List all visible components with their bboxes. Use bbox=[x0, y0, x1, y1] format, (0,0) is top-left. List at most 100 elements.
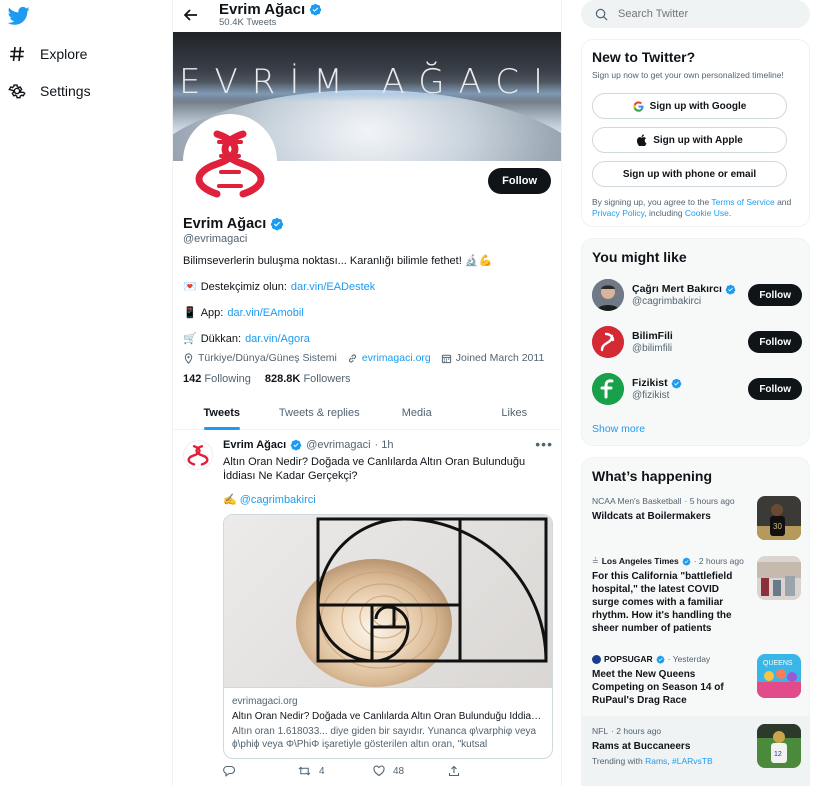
search-icon bbox=[595, 8, 608, 20]
profile-website-link[interactable]: evrimagaci.org bbox=[362, 352, 431, 364]
banner-title: EVRİM AĞACI bbox=[179, 62, 557, 102]
trend-item[interactable]: ≟ Los Angeles Times · 2 hours ago For th… bbox=[582, 556, 809, 644]
tab-tweets[interactable]: Tweets bbox=[173, 396, 271, 429]
twitter-logo-icon[interactable] bbox=[7, 6, 30, 26]
more-options-icon[interactable]: ••• bbox=[535, 436, 553, 452]
tweet-avatar[interactable] bbox=[183, 440, 213, 470]
following-label: Following bbox=[204, 373, 251, 385]
terms-including: , including bbox=[644, 208, 685, 218]
profile-stats: 142 Following 828.8K Followers bbox=[183, 373, 351, 385]
tweet-text: Altın Oran Nedir? Doğada ve Canlılarda A… bbox=[223, 456, 526, 482]
avatar[interactable] bbox=[592, 279, 624, 311]
nav-item-settings[interactable]: Settings bbox=[8, 82, 91, 100]
privacy-policy-link[interactable]: Privacy Policy bbox=[592, 208, 644, 218]
golden-ratio-shell-image bbox=[224, 515, 552, 687]
trend-thumbnail: 30 bbox=[757, 496, 801, 540]
profile-header-bar: Evrim Ağacı 50.4K Tweets bbox=[173, 0, 561, 32]
sign-up-apple-button[interactable]: Sign up with Apple bbox=[592, 127, 787, 153]
verified-badge-icon bbox=[271, 217, 284, 231]
tab-media[interactable]: Media bbox=[368, 396, 466, 429]
reply-button[interactable] bbox=[223, 765, 298, 777]
link-icon bbox=[348, 354, 356, 362]
terms-prefix: By signing up, you agree to the bbox=[592, 197, 712, 207]
trend-source: Los Angeles Times bbox=[601, 556, 679, 566]
back-arrow-icon[interactable] bbox=[181, 5, 201, 25]
trend-item[interactable]: NCAA Men's Basketball · 5 hours ago Wild… bbox=[582, 496, 809, 546]
profile-tabs: Tweets Tweets & replies Media Likes bbox=[173, 396, 562, 430]
account-name-text: Fizikist bbox=[632, 377, 668, 389]
profile-website[interactable]: evrimagaci.org bbox=[347, 352, 431, 364]
tweet-mention[interactable]: @cagrimbakirci bbox=[240, 494, 316, 506]
support-link[interactable]: dar.vin/EADestek bbox=[291, 281, 375, 293]
follow-button[interactable]: Follow bbox=[748, 378, 802, 400]
header-tweet-count: 50.4K Tweets bbox=[219, 17, 277, 28]
sign-up-google-label: Sign up with Google bbox=[649, 100, 747, 112]
suggested-account[interactable]: BilimFili @bilimfili Follow bbox=[592, 326, 802, 366]
tweet-author-handle[interactable]: @evrimagaci bbox=[306, 439, 370, 451]
nav-item-explore[interactable]: Explore bbox=[8, 45, 87, 63]
profile-meta: Türkiye/Dünya/Güneş Sistemi evrimagaci.o… bbox=[183, 352, 544, 364]
google-icon bbox=[633, 100, 644, 112]
trend-time: · Yesterday bbox=[667, 654, 711, 664]
sign-up-phone-email-button[interactable]: Sign up with phone or email bbox=[592, 161, 787, 187]
tweet-author-name[interactable]: Evrim Ağacı bbox=[223, 439, 286, 451]
profile-name-text: Evrim Ağacı bbox=[183, 216, 267, 232]
tab-likes[interactable]: Likes bbox=[466, 396, 562, 429]
account-name-text: BilimFili bbox=[632, 330, 673, 342]
trend-item[interactable]: NFL · 2 hours ago Rams at Buccaneers Tre… bbox=[582, 716, 809, 786]
follow-button[interactable]: Follow bbox=[748, 331, 802, 353]
signup-terms: By signing up, you agree to the Terms of… bbox=[592, 197, 797, 219]
suggested-account[interactable]: Fizikist @fizikist Follow bbox=[592, 373, 802, 413]
link-card[interactable]: evrimagaci.org Altın Oran Nedir? Doğada … bbox=[223, 514, 553, 759]
profile-bio: Bilimseverlerin buluşma noktası... Karan… bbox=[183, 255, 493, 267]
bio-shop-line: 🛒 Dükkan: dar.vin/Agora bbox=[183, 332, 310, 346]
evrim-agaci-logo-icon bbox=[187, 445, 209, 466]
tweet[interactable]: Evrim Ağacı @evrimagaci · 1h ••• Altın O… bbox=[173, 430, 561, 786]
avatar[interactable] bbox=[592, 326, 624, 358]
heart-icon bbox=[373, 765, 385, 777]
like-button[interactable]: 48 bbox=[373, 765, 448, 777]
suggested-account[interactable]: Çağrı Mert Bakırcı @cagrimbakirci Follow bbox=[592, 279, 802, 319]
search-box[interactable] bbox=[581, 0, 810, 28]
verified-badge-icon bbox=[309, 3, 322, 16]
retweet-icon bbox=[298, 766, 311, 776]
tab-tweets-replies[interactable]: Tweets & replies bbox=[271, 396, 369, 429]
svg-text:12: 12 bbox=[774, 751, 782, 758]
shop-link[interactable]: dar.vin/Agora bbox=[245, 333, 310, 345]
follow-button[interactable]: Follow bbox=[748, 284, 802, 306]
avatar[interactable] bbox=[592, 373, 624, 405]
suggested-account-handle: @cagrimbakirci bbox=[632, 296, 702, 307]
follow-button[interactable]: Follow bbox=[488, 168, 551, 194]
following-count: 142 bbox=[183, 373, 202, 385]
terms-of-service-link[interactable]: Terms of Service bbox=[711, 197, 774, 207]
you-might-like-panel: You might like Çağrı Mert Bakırcı @cagri… bbox=[581, 238, 810, 446]
cookie-use-link[interactable]: Cookie Use bbox=[685, 208, 729, 218]
card-domain: evrimagaci.org bbox=[232, 696, 298, 707]
trend-time: · 2 hours ago bbox=[693, 556, 744, 566]
card-description: Altın oran 1.618033... diye giden bir sa… bbox=[232, 726, 537, 750]
profile-avatar[interactable] bbox=[183, 114, 277, 208]
trending-with-hashtag[interactable]: #LARvsTB bbox=[672, 756, 713, 766]
share-button[interactable] bbox=[448, 765, 523, 777]
nav-label-settings: Settings bbox=[40, 83, 91, 99]
tweet-time[interactable]: · 1h bbox=[375, 439, 394, 451]
app-link[interactable]: dar.vin/EAmobil bbox=[227, 307, 303, 319]
profile-joined-text: Joined March 2011 bbox=[455, 352, 545, 364]
evrim-agaci-logo-icon bbox=[189, 120, 271, 202]
search-input[interactable] bbox=[618, 8, 798, 20]
followers-stat[interactable]: 828.8K Followers bbox=[265, 373, 351, 385]
nav-label-explore: Explore bbox=[40, 46, 88, 62]
trending-with-rams[interactable]: Rams bbox=[645, 756, 667, 766]
sign-up-google-button[interactable]: Sign up with Google bbox=[592, 93, 787, 119]
header-name: Evrim Ağacı bbox=[219, 1, 322, 18]
trend-item[interactable]: POPSUGAR · Yesterday Meet the New Queens… bbox=[582, 654, 809, 716]
trending-with-prefix: Trending with bbox=[592, 756, 646, 766]
trend-thumbnail: QUEENS bbox=[757, 654, 801, 698]
phone-icon: 📱 bbox=[183, 307, 197, 319]
verified-badge-icon bbox=[725, 284, 736, 294]
show-more-link[interactable]: Show more bbox=[592, 423, 645, 435]
following-stat[interactable]: 142 Following bbox=[183, 373, 251, 385]
new-to-twitter-title: New to Twitter? bbox=[592, 49, 696, 65]
header-name-text: Evrim Ağacı bbox=[219, 1, 306, 18]
retweet-button[interactable]: 4 bbox=[298, 765, 373, 777]
